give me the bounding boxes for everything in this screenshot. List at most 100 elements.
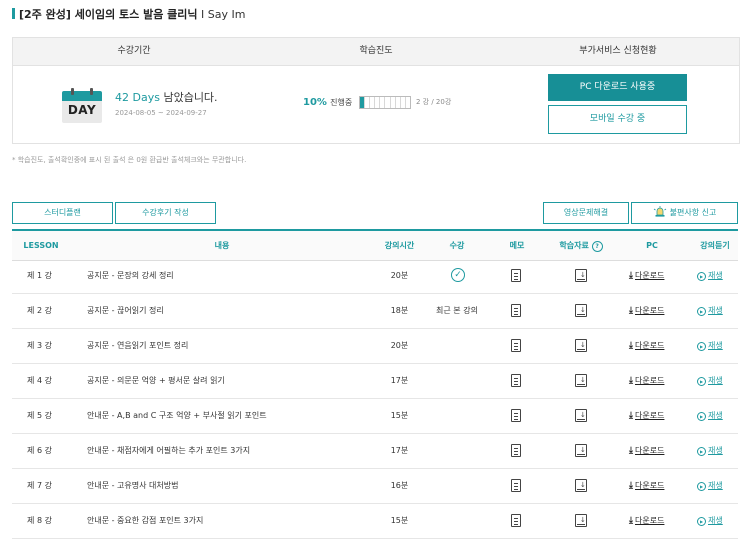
- report-issue-label: 불편사항 신고: [669, 208, 717, 217]
- progress-status: 진행중: [330, 98, 353, 107]
- pc-download-link[interactable]: ⤓ 다운로드: [629, 259, 664, 293]
- summary-header-progress: 학습진도: [359, 46, 393, 56]
- header-material: 학습자료 ?: [550, 231, 612, 260]
- play-link[interactable]: ▶ 재생: [697, 434, 723, 468]
- lesson-status: [427, 329, 487, 363]
- memo-icon[interactable]: [511, 374, 521, 387]
- material-download-icon[interactable]: ↓: [575, 514, 587, 527]
- write-review-button[interactable]: 수강후기 작성: [115, 202, 216, 224]
- memo-icon[interactable]: [511, 304, 521, 317]
- material-download-icon[interactable]: ↓: [575, 444, 587, 457]
- days-remaining-count: 42 Days: [115, 91, 160, 104]
- play-label: 재생: [708, 516, 723, 525]
- progress-bar: [359, 96, 411, 109]
- pc-download-label: 다운로드: [634, 411, 665, 420]
- report-issue-button[interactable]: 불편사항 신고: [631, 202, 738, 224]
- header-status: 수강: [449, 241, 465, 250]
- play-icon: ▶: [697, 482, 706, 491]
- lesson-row: 제 2 강 공지문 - 끊어읽기 정리 18분 최근 본 강의 ↓ ⤓ 다운로드 ▶ 재생: [12, 294, 738, 329]
- play-icon: ▶: [697, 517, 706, 526]
- play-link[interactable]: ▶ 재생: [697, 364, 723, 398]
- memo-icon[interactable]: [511, 409, 521, 422]
- summary-header: 수강기간 학습진도 부가서비스 신청현황: [13, 38, 739, 66]
- download-icon: ⤓: [629, 271, 633, 281]
- summary-header-period: 수강기간: [117, 46, 151, 56]
- memo-icon[interactable]: [511, 514, 521, 527]
- play-label: 재생: [708, 446, 723, 455]
- pc-download-label: 다운로드: [634, 516, 665, 525]
- lesson-title: 안내문 - 고유명사 대처방법: [87, 481, 179, 490]
- summary-header-addon: 부가서비스 신청현황: [579, 46, 657, 56]
- download-icon: ⤓: [629, 411, 633, 421]
- pc-download-link[interactable]: ⤓ 다운로드: [629, 399, 664, 433]
- play-link[interactable]: ▶ 재생: [697, 329, 723, 363]
- completed-check-icon: ✓: [451, 268, 465, 282]
- pc-download-link[interactable]: ⤓ 다운로드: [629, 469, 664, 503]
- pc-download-label: 다운로드: [634, 271, 665, 280]
- material-download-icon[interactable]: ↓: [575, 479, 587, 492]
- lesson-number: 제 3 강: [27, 341, 52, 350]
- course-title-main: [2주 완성] 세이임의 토스 발음 클리닉: [19, 8, 198, 21]
- lesson-duration: 15분: [390, 516, 409, 525]
- download-icon: ⤓: [629, 341, 633, 351]
- siren-icon: [653, 205, 667, 217]
- header-time: 강의시간: [384, 241, 415, 250]
- play-icon: ▶: [697, 307, 706, 316]
- pc-download-link[interactable]: ⤓ 다운로드: [629, 329, 664, 363]
- play-link[interactable]: ▶ 재생: [697, 399, 723, 433]
- video-issue-button[interactable]: 영상문제해결: [543, 202, 629, 224]
- lesson-number: 제 2 강: [27, 306, 52, 315]
- study-plan-button[interactable]: 스터디플랜: [12, 202, 113, 224]
- lesson-status: [427, 504, 487, 538]
- material-download-icon[interactable]: ↓: [575, 409, 587, 422]
- lesson-title: 안내문 - A,B and C 구조 억양 + 부사절 읽기 포인트: [87, 411, 267, 420]
- lesson-row: 제 5 강 안내문 - A,B and C 구조 억양 + 부사절 읽기 포인트 1…: [12, 399, 738, 434]
- lesson-status: [427, 399, 487, 433]
- pc-download-label: 다운로드: [634, 376, 665, 385]
- lesson-duration: 16분: [390, 481, 409, 490]
- download-icon: ⤓: [629, 376, 633, 386]
- pc-download-label: 다운로드: [634, 306, 665, 315]
- material-download-icon[interactable]: ↓: [575, 269, 587, 282]
- lesson-number: 제 5 강: [27, 411, 52, 420]
- lesson-duration: 17분: [390, 376, 409, 385]
- play-label: 재생: [708, 341, 723, 350]
- material-download-icon[interactable]: ↓: [575, 374, 587, 387]
- download-icon: ⤓: [629, 446, 633, 456]
- play-icon: ▶: [697, 412, 706, 421]
- download-icon: ⤓: [629, 516, 633, 526]
- lesson-number: 제 4 강: [27, 376, 52, 385]
- pc-download-button[interactable]: PC 다운로드 사용중: [548, 74, 687, 101]
- help-icon[interactable]: ?: [591, 241, 603, 252]
- lesson-row: 제 1 강 공지문 - 문장의 강세 정리 20분 ✓ ↓ ⤓ 다운로드 ▶ 재생: [12, 259, 738, 294]
- lesson-duration: 17분: [390, 446, 409, 455]
- memo-icon[interactable]: [511, 444, 521, 457]
- pc-download-link[interactable]: ⤓ 다운로드: [629, 504, 664, 538]
- lesson-table-header: LESSON 내용 강의시간 수강 메모 학습자료 ? PC 강의듣기: [12, 229, 738, 261]
- lesson-title: 공지문 - 연음읽기 포인트 정리: [87, 341, 189, 350]
- material-download-icon[interactable]: ↓: [575, 339, 587, 352]
- pc-download-link[interactable]: ⤓ 다운로드: [629, 434, 664, 468]
- lesson-duration: 20분: [390, 271, 409, 280]
- play-icon: ▶: [697, 272, 706, 281]
- memo-icon[interactable]: [511, 269, 521, 282]
- play-link[interactable]: ▶ 재생: [697, 294, 723, 328]
- header-play: 강의듣기: [700, 241, 730, 250]
- memo-icon[interactable]: [511, 339, 521, 352]
- lesson-duration: 15분: [390, 411, 409, 420]
- lesson-number: 제 8 강: [27, 516, 52, 525]
- play-link[interactable]: ▶ 재생: [697, 504, 723, 538]
- play-link[interactable]: ▶ 재생: [697, 259, 723, 293]
- lesson-title: 안내문 - 중요한 감점 포인트 3가지: [87, 516, 204, 525]
- lesson-row: 제 8 강 안내문 - 중요한 감점 포인트 3가지 15분 ↓ ⤓ 다운로드 ▶ 재생: [12, 504, 738, 539]
- material-download-icon[interactable]: ↓: [575, 304, 587, 317]
- mobile-watch-button[interactable]: 모바일 수강 중: [548, 105, 687, 134]
- memo-icon[interactable]: [511, 479, 521, 492]
- pc-download-link[interactable]: ⤓ 다운로드: [629, 294, 664, 328]
- days-remaining: 42 Days 남았습니다.: [115, 89, 218, 105]
- pc-download-link[interactable]: ⤓ 다운로드: [629, 364, 664, 398]
- play-link[interactable]: ▶ 재생: [697, 469, 723, 503]
- header-content: 내용: [214, 241, 230, 250]
- lesson-duration: 18분: [390, 306, 409, 315]
- lesson-number: 제 1 강: [27, 271, 52, 280]
